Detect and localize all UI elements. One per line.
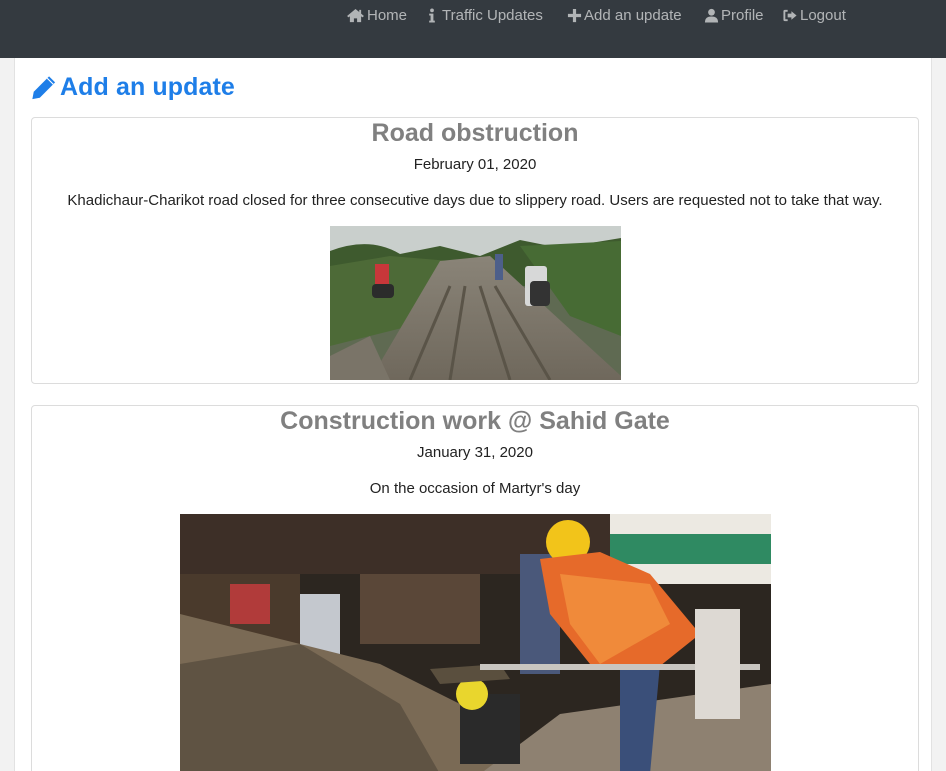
update-photo xyxy=(330,226,621,380)
user-icon xyxy=(704,8,719,23)
nav-home-label: Home xyxy=(367,6,408,24)
page-title-text: Add an update xyxy=(60,73,235,101)
sign-out-icon xyxy=(782,8,798,23)
update-date: February 01, 2020 xyxy=(413,156,537,173)
update-description: On the occasion of Martyr's day xyxy=(369,480,581,497)
nav-profile-label: Profile xyxy=(721,6,764,24)
update-title: Road obstruction xyxy=(371,119,579,147)
nav-add-update-label: Add an update xyxy=(584,6,682,24)
nav-profile-link[interactable]: Profile xyxy=(704,5,764,25)
nav-add-update-link[interactable]: Add an update xyxy=(567,5,682,25)
update-card: Road obstruction February 01, 2020 Khadi… xyxy=(31,117,919,384)
plus-icon xyxy=(567,8,582,23)
nav-traffic-updates-label: Traffic Updates xyxy=(442,6,543,24)
page-title: Add an update xyxy=(30,73,235,102)
nav-traffic-updates-link[interactable]: Traffic Updates xyxy=(428,5,543,25)
home-icon xyxy=(346,8,365,23)
update-card: Construction work @ Sahid Gate January 3… xyxy=(31,405,919,771)
info-icon xyxy=(428,7,436,23)
update-photo xyxy=(180,514,771,771)
update-date: January 31, 2020 xyxy=(417,444,533,461)
nav-logout-label: Logout xyxy=(800,6,846,24)
update-description: Khadichaur-Charikot road closed for thre… xyxy=(67,192,883,209)
pencil-icon xyxy=(32,75,56,99)
navbar: Home Traffic Updates Add an update Profi… xyxy=(0,0,946,58)
update-title: Construction work @ Sahid Gate xyxy=(280,407,670,435)
nav-logout-link[interactable]: Logout xyxy=(782,5,846,25)
nav-home-link[interactable]: Home xyxy=(346,5,407,25)
